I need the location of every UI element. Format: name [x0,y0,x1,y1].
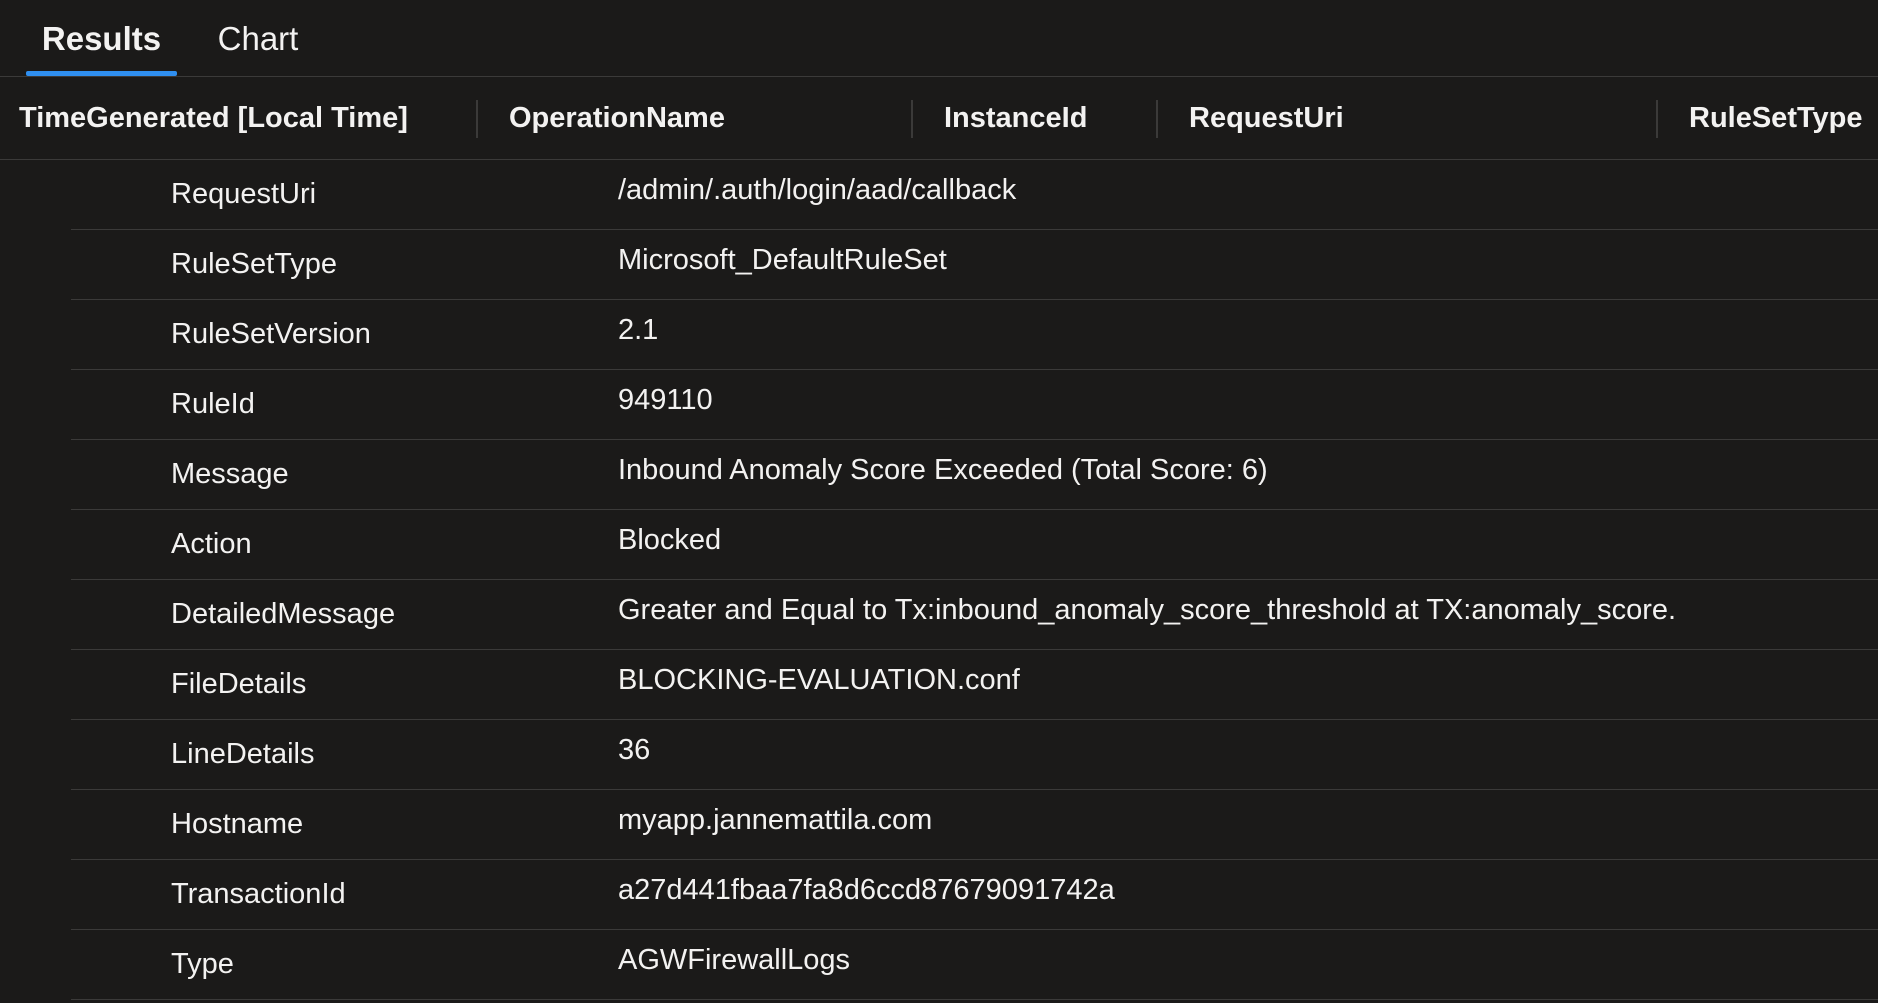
detail-row-linedetails: LineDetails 36 [71,720,1878,790]
detail-value: Blocked [618,524,722,556]
detail-row-requesturi: RequestUri /admin/.auth/login/aad/callba… [71,160,1878,230]
detail-row-rulesetversion: RuleSetVersion 2.1 [71,300,1878,370]
detail-value: /admin/.auth/login/aad/callback [618,174,1017,206]
detail-key: Action [171,528,252,560]
detail-key: FileDetails [171,668,307,700]
column-header-requesturi[interactable]: RequestUri [1189,78,1344,159]
detail-row-action: Action Blocked [71,510,1878,580]
detail-row-detailedmessage: DetailedMessage Greater and Equal to Tx:… [71,580,1878,650]
detail-row-transactionid: TransactionId a27d441fbaa7fa8d6ccd876790… [71,860,1878,930]
detail-key: LineDetails [171,738,315,770]
detail-value: AGWFirewallLogs [618,944,851,976]
detail-value: BLOCKING-EVALUATION.conf [618,664,1020,696]
detail-key: TransactionId [171,878,346,910]
column-header-timegenerated[interactable]: TimeGenerated [Local Time] [19,78,408,159]
detail-row-rulesettype: RuleSetType Microsoft_DefaultRuleSet [71,230,1878,300]
detail-key: RuleSetVersion [171,318,371,350]
detail-value: myapp.jannemattila.com [618,804,933,836]
results-tab-bar: Results Chart [0,0,1878,77]
detail-row-type: Type AGWFirewallLogs [71,930,1878,1000]
detail-value: 949110 [618,384,713,416]
detail-key: RuleId [171,388,255,420]
active-tab-indicator [26,71,177,76]
detail-value: Microsoft_DefaultRuleSet [618,244,947,276]
column-header-rulesettype[interactable]: RuleSetType [1689,78,1863,159]
detail-value: Inbound Anomaly Score Exceeded (Total Sc… [618,454,1268,486]
detail-key: RequestUri [171,178,317,210]
detail-value: 2.1 [618,314,659,346]
tab-results[interactable]: Results [26,0,177,77]
detail-row-hostname: Hostname myapp.jannemattila.com [71,790,1878,860]
column-resize-handle[interactable] [1156,100,1158,138]
detail-row-ruleid: RuleId 949110 [71,370,1878,440]
detail-key: DetailedMessage [171,598,396,630]
detail-key: Message [171,458,289,490]
detail-row-filedetails: FileDetails BLOCKING-EVALUATION.conf [71,650,1878,720]
detail-value: 36 [618,734,651,766]
detail-row-message: Message Inbound Anomaly Score Exceeded (… [71,440,1878,510]
detail-value: Greater and Equal to Tx:inbound_anomaly_… [618,594,1677,626]
detail-value: a27d441fbaa7fa8d6ccd87679091742a [618,874,1115,906]
column-header-instanceid[interactable]: InstanceId [944,78,1087,159]
detail-key: RuleSetType [171,248,338,280]
results-table-header: TimeGenerated [Local Time] OperationName… [0,78,1878,160]
column-header-operationname[interactable]: OperationName [509,78,725,159]
column-resize-handle[interactable] [476,100,478,138]
tab-chart[interactable]: Chart [202,0,314,77]
column-resize-handle[interactable] [1656,100,1658,138]
detail-key: Type [171,948,234,980]
detail-key: Hostname [171,808,304,840]
column-resize-handle[interactable] [911,100,913,138]
